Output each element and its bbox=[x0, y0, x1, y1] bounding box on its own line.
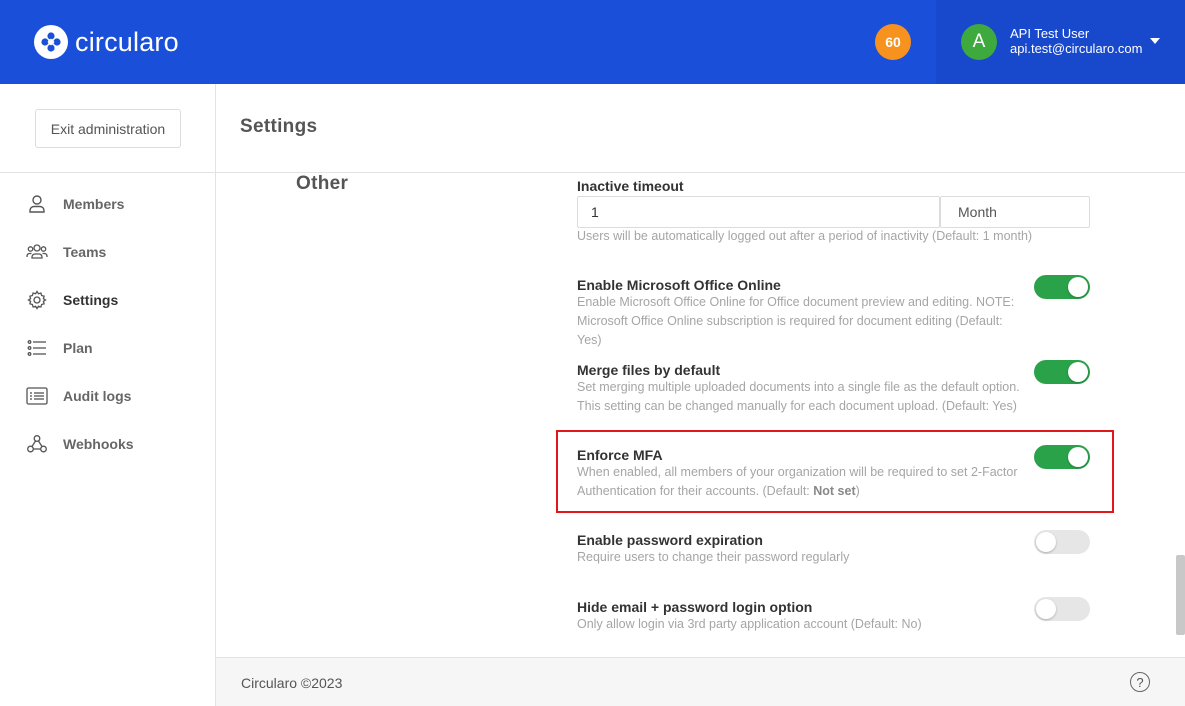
section-title: Other bbox=[296, 173, 349, 194]
office-online-description: Enable Microsoft Office Online for Offic… bbox=[577, 295, 1015, 347]
sidebar: Exit administration Members Teams Settin… bbox=[0, 84, 216, 706]
merge-files-description: Set merging multiple uploaded documents … bbox=[577, 380, 1020, 413]
merge-files-toggle[interactable] bbox=[1034, 360, 1090, 384]
inactive-timeout-description: Users will be automatically logged out a… bbox=[577, 229, 1033, 243]
office-online-label: Enable Microsoft Office Online bbox=[577, 277, 781, 293]
enforce-mfa-description-text: When enabled, all members of your organi… bbox=[577, 465, 1018, 498]
team-icon bbox=[26, 241, 48, 263]
list-icon bbox=[26, 337, 48, 359]
inactive-timeout-label: Inactive timeout bbox=[577, 178, 684, 194]
toggle-knob bbox=[1068, 447, 1088, 467]
person-icon bbox=[26, 193, 48, 215]
toggle-knob bbox=[1068, 277, 1088, 297]
user-email: api.test@circularo.com bbox=[1010, 41, 1143, 56]
sidebar-item-label: Audit logs bbox=[63, 388, 132, 404]
password-expiration-description: Require users to change their password r… bbox=[577, 550, 850, 564]
page-title: Settings bbox=[240, 116, 318, 137]
sidebar-header: Exit administration bbox=[0, 84, 215, 173]
sidebar-item-label: Settings bbox=[63, 292, 119, 308]
merge-files-label: Merge files by default bbox=[577, 362, 721, 378]
password-expiration-label: Enable password expiration bbox=[577, 532, 763, 548]
sidebar-item-label: Webhooks bbox=[63, 436, 134, 452]
settings-content: Other Inactive timeout Month Users will … bbox=[216, 173, 1185, 657]
toggle-knob bbox=[1036, 532, 1056, 552]
avatar: A bbox=[961, 24, 997, 60]
toggle-knob bbox=[1036, 599, 1056, 619]
sidebar-nav: Members Teams Settings Plan Audit logs W… bbox=[0, 180, 215, 468]
inactive-timeout-input[interactable] bbox=[577, 196, 940, 228]
enforce-mfa-default-value: Not set bbox=[813, 484, 856, 498]
copyright: Circularo ©2023 bbox=[241, 675, 343, 691]
webhook-icon bbox=[26, 433, 48, 455]
sidebar-item-label: Teams bbox=[63, 244, 107, 260]
toggle-knob bbox=[1068, 362, 1088, 382]
user-name: API Test User bbox=[1010, 26, 1090, 41]
sidebar-item-members[interactable]: Members bbox=[0, 180, 215, 228]
hide-email-login-description: Only allow login via 3rd party applicati… bbox=[577, 617, 922, 631]
page-header: Settings bbox=[216, 84, 1185, 173]
enforce-mfa-description: When enabled, all members of your organi… bbox=[577, 463, 1027, 501]
logo-mark-icon bbox=[34, 25, 68, 59]
office-online-toggle[interactable] bbox=[1034, 275, 1090, 299]
brand-logo[interactable]: circularo bbox=[34, 25, 179, 59]
enforce-mfa-toggle[interactable] bbox=[1034, 445, 1090, 469]
sidebar-item-teams[interactable]: Teams bbox=[0, 228, 215, 276]
sidebar-item-settings[interactable]: Settings bbox=[0, 276, 215, 324]
inactive-timeout-unit-select[interactable]: Month bbox=[940, 196, 1090, 228]
footer: Circularo ©2023 ? bbox=[216, 657, 1185, 706]
enforce-mfa-description-end: ) bbox=[855, 484, 860, 498]
hide-email-login-label: Hide email + password login option bbox=[577, 599, 813, 615]
sidebar-item-webhooks[interactable]: Webhooks bbox=[0, 420, 215, 468]
password-expiration-toggle[interactable] bbox=[1034, 530, 1090, 554]
notification-badge[interactable]: 60 bbox=[875, 24, 911, 60]
sidebar-item-plan[interactable]: Plan bbox=[0, 324, 215, 372]
help-icon[interactable]: ? bbox=[1130, 672, 1150, 692]
sidebar-item-label: Plan bbox=[63, 340, 93, 356]
exit-administration-button[interactable]: Exit administration bbox=[35, 109, 181, 148]
hide-email-login-toggle[interactable] bbox=[1034, 597, 1090, 621]
brand-name: circularo bbox=[75, 27, 179, 57]
enforce-mfa-label: Enforce MFA bbox=[577, 447, 663, 463]
sidebar-item-audit-logs[interactable]: Audit logs bbox=[0, 372, 215, 420]
log-icon bbox=[26, 385, 48, 407]
user-menu[interactable]: A API Test User api.test@circularo.com bbox=[936, 0, 1185, 84]
gear-icon bbox=[26, 289, 48, 311]
top-bar: circularo 60 A API Test User api.test@ci… bbox=[0, 0, 1185, 84]
sidebar-item-label: Members bbox=[63, 196, 125, 212]
chevron-down-icon bbox=[1150, 38, 1160, 44]
scrollbar[interactable] bbox=[1176, 555, 1185, 635]
